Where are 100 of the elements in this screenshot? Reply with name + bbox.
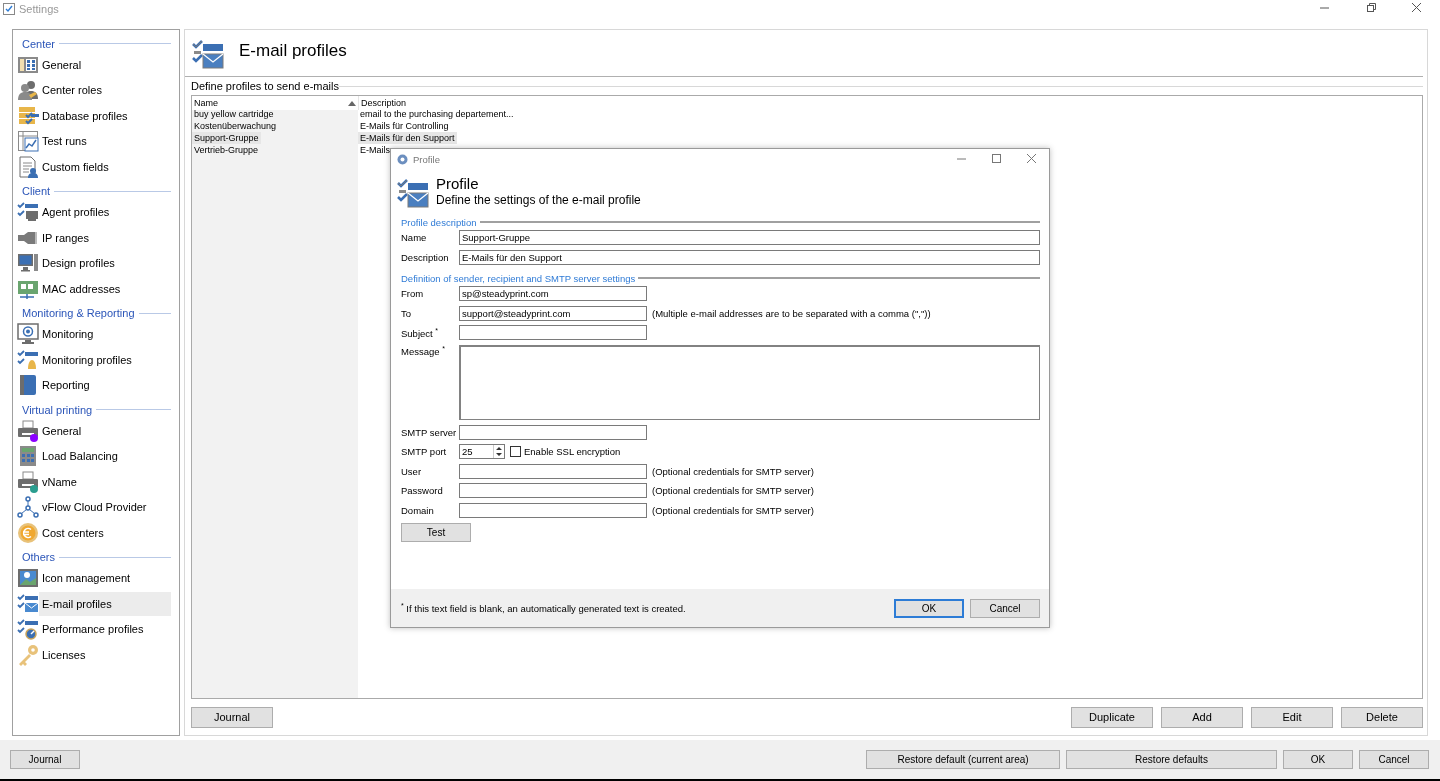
euro-coin-icon bbox=[17, 521, 39, 544]
field-label: Description bbox=[401, 251, 450, 263]
checklist-bell-icon bbox=[17, 348, 39, 371]
text-field[interactable] bbox=[459, 463, 647, 479]
text-field[interactable]: sp@steadyprint.com bbox=[459, 286, 647, 302]
sort-arrow-icon bbox=[348, 100, 356, 106]
dialog-button[interactable]: Cancel bbox=[970, 598, 1040, 618]
table-cell[interactable]: E-Mails für Controlling bbox=[358, 120, 451, 132]
monitor-icon bbox=[17, 323, 39, 346]
sidebar-item[interactable]: Load Balancing bbox=[39, 444, 171, 469]
checklist-monitor-icon bbox=[17, 201, 39, 224]
sidebar-item[interactable]: General bbox=[39, 418, 171, 443]
table-cell[interactable]: Kostenüberwachung bbox=[192, 120, 279, 132]
section-header: Others bbox=[22, 551, 55, 563]
field-hint: (Optional credentials for SMTP server) bbox=[652, 504, 814, 516]
sidebar-item[interactable]: vName bbox=[39, 469, 171, 494]
test-button[interactable]: Test bbox=[401, 523, 471, 542]
message-field[interactable] bbox=[459, 344, 1040, 420]
sidebar-item[interactable]: Reporting bbox=[39, 373, 171, 398]
table-cell[interactable]: E-Mails für den Support bbox=[358, 132, 457, 144]
field-label: SMTP port bbox=[401, 446, 448, 458]
section-header: Virtual printing bbox=[22, 403, 93, 416]
table-cell[interactable]: E-Mails bbox=[358, 144, 392, 156]
footnote: $^{*}$ If this text field is blank, an automatically generated text is created. bbox=[401, 601, 687, 615]
checklist-mail-icon bbox=[191, 38, 225, 70]
page-title: E-mail profiles bbox=[239, 41, 347, 61]
sidebar-item[interactable]: Design profiles bbox=[39, 251, 171, 276]
section-header: Monitoring & Reporting bbox=[22, 307, 135, 319]
action-button[interactable]: Delete bbox=[1341, 706, 1423, 728]
sidebar-item[interactable]: MAC addresses bbox=[39, 276, 171, 301]
footer-button[interactable]: Cancel bbox=[1359, 750, 1429, 769]
dialog-subtitle: Define the settings of the e-mail profile bbox=[436, 193, 641, 207]
text-field[interactable]: Support-Gruppe bbox=[459, 230, 1040, 246]
sidebar-item[interactable]: Icon management bbox=[39, 566, 171, 591]
text-field[interactable] bbox=[459, 424, 647, 440]
journal-button[interactable]: Journal bbox=[191, 706, 273, 728]
printer-icon bbox=[17, 419, 39, 442]
network-nodes-icon bbox=[17, 496, 39, 519]
column-header[interactable]: Name bbox=[192, 96, 358, 110]
section-header: Definition of sender, recipient and SMTP server settings bbox=[401, 272, 636, 284]
sidebar-item[interactable]: Monitoring bbox=[39, 322, 171, 347]
sidebar-item[interactable]: General bbox=[39, 52, 171, 77]
journal-button[interactable]: Journal bbox=[10, 750, 80, 769]
sidebar-item[interactable]: vFlow Cloud Provider bbox=[39, 495, 171, 520]
text-field[interactable] bbox=[459, 325, 647, 341]
section-header: Client bbox=[22, 185, 51, 197]
checklist-mail-icon bbox=[396, 177, 430, 209]
sidebar-item[interactable]: Database profiles bbox=[39, 103, 171, 128]
section-header: Profile description bbox=[401, 216, 477, 228]
field-label: To bbox=[401, 307, 413, 319]
sidebar-item[interactable]: Performance profiles bbox=[39, 617, 171, 642]
text-field[interactable]: support@steadyprint.com bbox=[459, 305, 647, 321]
checkbox[interactable] bbox=[510, 446, 521, 458]
document-icon bbox=[17, 155, 39, 178]
group-title: Define profiles to send e-mails bbox=[191, 80, 339, 92]
sidebar-item[interactable]: Agent profiles bbox=[39, 200, 171, 225]
sidebar-item[interactable]: Custom fields bbox=[39, 154, 171, 179]
calculator-icon bbox=[17, 445, 39, 468]
action-button[interactable]: Duplicate bbox=[1071, 706, 1153, 728]
field-label: SMTP server bbox=[401, 426, 458, 438]
field-hint: (Optional credentials for SMTP server) bbox=[652, 485, 814, 497]
table-cell[interactable]: buy yellow cartridge bbox=[192, 108, 276, 120]
text-field[interactable]: E-Mails für den Support bbox=[459, 249, 1040, 265]
field-label: Password bbox=[401, 485, 444, 497]
action-button[interactable]: Add bbox=[1161, 706, 1243, 728]
checklist-mail-icon bbox=[17, 592, 39, 615]
people-icon bbox=[17, 79, 39, 102]
port-spinner[interactable]: 25 bbox=[459, 444, 505, 460]
sidebar-item[interactable]: Test runs bbox=[39, 129, 171, 154]
key-icon bbox=[17, 643, 39, 666]
checkbox-app-icon bbox=[3, 3, 15, 15]
footer-button[interactable]: Restore default (current area) bbox=[866, 750, 1060, 769]
sidebar-item[interactable]: Center roles bbox=[39, 78, 171, 103]
sidebar-item[interactable]: E-mail profiles bbox=[39, 591, 171, 616]
dialog-button[interactable]: OK bbox=[894, 598, 964, 618]
field-label: Name bbox=[401, 232, 428, 244]
section-header: Center bbox=[22, 37, 56, 50]
table-cell[interactable]: Vertrieb-Gruppe bbox=[192, 144, 261, 156]
table-cell[interactable]: email to the purchasing departement... bbox=[358, 108, 516, 120]
chart-icon bbox=[17, 130, 39, 153]
field-hint: (Multiple e-mail addresses are to be separated with a comma (",")) bbox=[652, 307, 931, 319]
printer-icon bbox=[17, 470, 39, 493]
footer-button[interactable]: OK bbox=[1283, 750, 1353, 769]
sidebar-item[interactable]: Licenses bbox=[39, 642, 171, 667]
book-icon bbox=[17, 374, 39, 397]
field-label: User bbox=[401, 465, 423, 477]
checkbox-label: Enable SSL encryption bbox=[524, 446, 621, 458]
table-cell[interactable]: Support-Gruppe bbox=[192, 132, 261, 144]
field-label: Subject $^{*}$ bbox=[401, 326, 440, 339]
sidebar-item[interactable]: IP ranges bbox=[39, 225, 171, 250]
dialog-heading: Profile bbox=[436, 175, 480, 192]
action-button[interactable]: Edit bbox=[1251, 706, 1333, 728]
text-field[interactable] bbox=[459, 483, 647, 499]
text-field[interactable] bbox=[459, 502, 647, 518]
field-label: From bbox=[401, 288, 425, 300]
database-icon bbox=[17, 104, 39, 127]
footer-button[interactable]: Restore defaults bbox=[1066, 750, 1277, 769]
field-label: Domain bbox=[401, 504, 435, 516]
sidebar-item[interactable]: Cost centers bbox=[39, 520, 171, 545]
sidebar-item[interactable]: Monitoring profiles bbox=[39, 347, 171, 372]
